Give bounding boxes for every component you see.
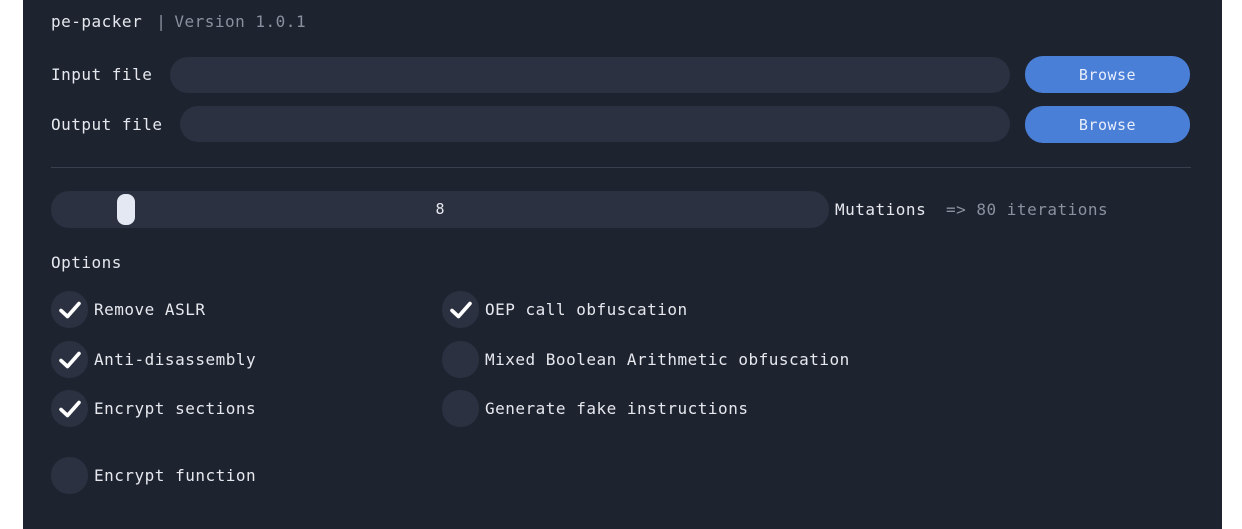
output-file-label: Output file (51, 115, 163, 134)
checkbox[interactable] (51, 390, 88, 427)
title-separator: | (156, 12, 167, 31)
checkbox[interactable] (51, 291, 88, 328)
app-version: Version 1.0.1 (174, 12, 307, 31)
option-label: Encrypt sections (94, 399, 257, 418)
options-heading: Options (51, 253, 122, 272)
title-bar: pe-packer | Version 1.0.1 (51, 12, 306, 31)
checkmark-icon (58, 301, 81, 318)
option-label: Anti-disassembly (94, 350, 257, 369)
input-file-field[interactable] (170, 57, 1010, 93)
checkmark-icon (58, 351, 81, 368)
checkbox[interactable] (442, 291, 479, 328)
mutations-slider-thumb[interactable] (116, 194, 135, 225)
option-anti-disassembly[interactable]: Anti-disassembly (51, 341, 256, 378)
option-label: Remove ASLR (94, 300, 206, 319)
option-remove-aslr[interactable]: Remove ASLR (51, 291, 205, 328)
divider (51, 167, 1191, 168)
checkmark-icon (58, 400, 81, 417)
app-name: pe-packer (51, 12, 143, 31)
option-generate-fake-instructions[interactable]: Generate fake instructions (442, 390, 748, 427)
output-file-field[interactable] (180, 106, 1010, 142)
output-browse-button[interactable]: Browse (1025, 106, 1190, 143)
option-encrypt-sections[interactable]: Encrypt sections (51, 390, 256, 427)
option-mixed-boolean-arithmetic[interactable]: Mixed Boolean Arithmetic obfuscation (442, 341, 850, 378)
checkbox[interactable] (51, 457, 88, 494)
iterations-label: => 80 iterations (946, 200, 1109, 219)
checkbox[interactable] (442, 390, 479, 427)
option-label: Generate fake instructions (485, 399, 749, 418)
input-browse-button[interactable]: Browse (1025, 56, 1190, 93)
option-label: OEP call obfuscation (485, 300, 688, 319)
option-oep-call-obfuscation[interactable]: OEP call obfuscation (442, 291, 688, 328)
checkmark-icon (449, 301, 472, 318)
checkbox[interactable] (442, 341, 479, 378)
input-file-label: Input file (51, 65, 153, 84)
pe-packer-window: pe-packer | Version 1.0.1 Input file Brows… (23, 0, 1222, 529)
mutations-slider-value: 8 (435, 200, 445, 218)
checkbox[interactable] (51, 341, 88, 378)
mutations-label: Mutations (835, 200, 927, 219)
option-label: Mixed Boolean Arithmetic obfuscation (485, 350, 850, 369)
option-label: Encrypt function (94, 466, 257, 485)
option-encrypt-function[interactable]: Encrypt function (51, 457, 256, 494)
mutations-slider[interactable]: 8 (51, 191, 829, 228)
